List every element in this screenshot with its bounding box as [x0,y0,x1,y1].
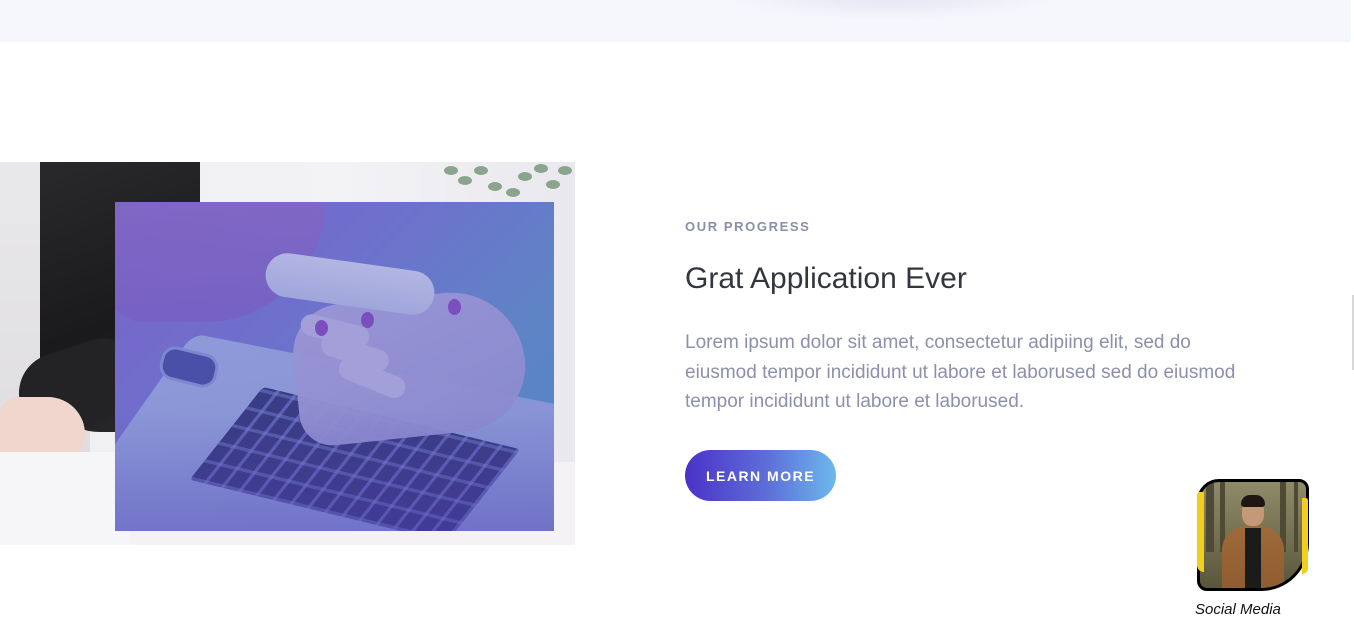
leaf [506,188,520,197]
fingernail [315,320,328,336]
top-section-band [0,0,1351,42]
avatar-ring-accent [1302,498,1308,574]
social-media-label[interactable]: Social Media [1195,601,1281,618]
tree-trunk [1294,482,1298,552]
avatar-photo [1200,482,1306,588]
gradient-photo-overlay [115,202,554,531]
person-hair [1241,495,1265,507]
leaf [558,166,572,175]
plant-leaves-icon [440,162,575,207]
leaf [458,176,472,185]
leaf [488,182,502,191]
leaf [534,164,548,173]
leaf [546,180,560,189]
section-eyebrow: OUR PROGRESS [685,219,811,234]
leaf [474,166,488,175]
progress-image-collage [0,162,575,545]
photo-laptop-edge [0,452,130,545]
top-band-glow [720,0,1060,20]
learn-more-button[interactable]: LEARN MORE [685,450,836,501]
leaf [518,172,532,181]
social-media-avatar[interactable] [1197,479,1309,591]
section-title: Grat Application Ever [685,262,967,295]
overlay-fade [115,411,554,531]
avatar-ring-accent [1197,492,1204,572]
leaf [444,166,458,175]
tree-trunk [1206,482,1214,552]
person-shirt [1245,528,1261,588]
fingernail [448,299,461,315]
section-body: Lorem ipsum dolor sit amet, consectetur … [685,332,1236,412]
fingernail [361,312,374,328]
